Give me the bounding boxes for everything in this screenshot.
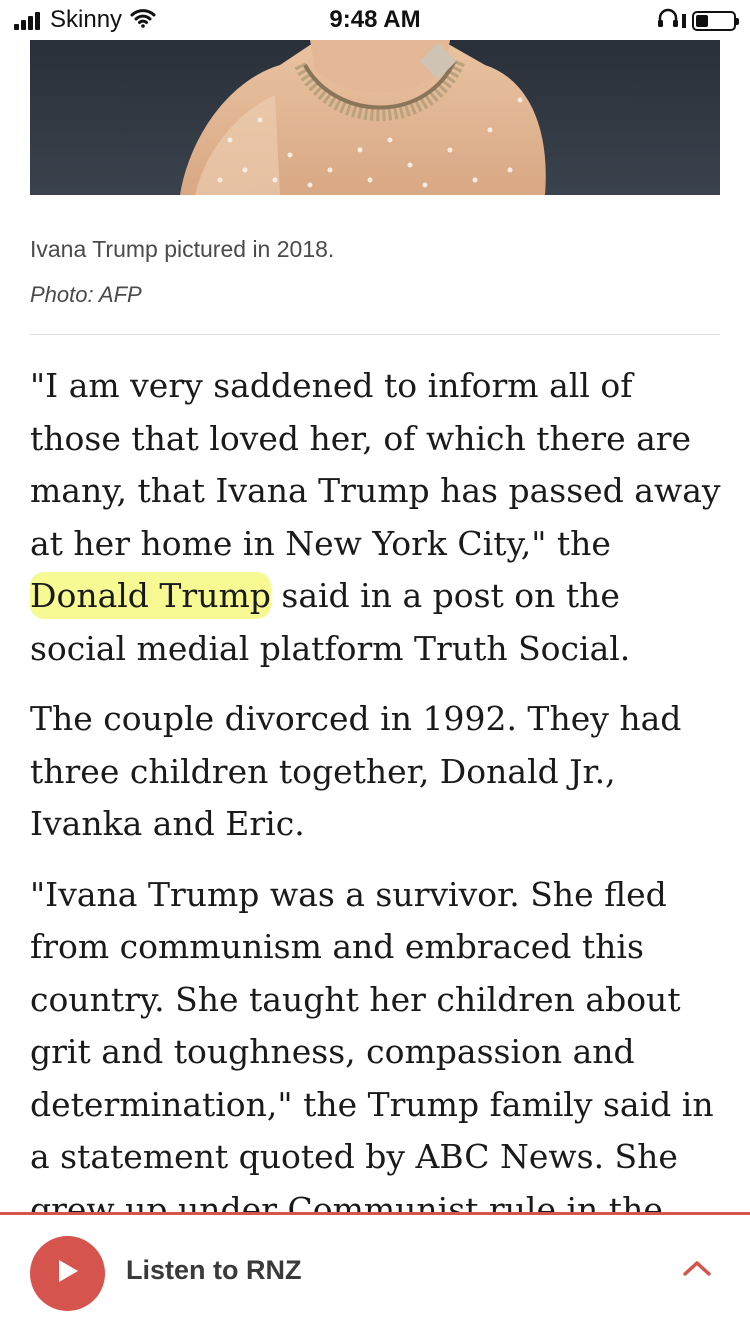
paragraph-text: "I am very saddened to inform all of tho…: [30, 366, 721, 563]
status-bar: Skinny 9:48 AM: [0, 0, 750, 40]
divider: [30, 334, 720, 335]
battery-icon: [692, 10, 739, 31]
headphones-icon: [657, 8, 679, 33]
paragraph: The couple divorced in 1992. They had th…: [30, 699, 682, 843]
indicator-icon: [682, 13, 686, 28]
chevron-up-icon[interactable]: [682, 1259, 712, 1282]
highlighted-text: Donald Trump: [30, 572, 271, 619]
player-label[interactable]: Listen to RNZ: [126, 1255, 302, 1286]
paragraph: "Ivana Trump was a survivor. She fled fr…: [30, 874, 714, 1229]
paragraph: "I am very saddened to inform all of tho…: [30, 360, 726, 675]
article-body: "I am very saddened to inform all of tho…: [30, 360, 726, 1254]
play-button[interactable]: [30, 1236, 105, 1311]
play-icon: [56, 1258, 80, 1289]
status-time: 9:48 AM: [329, 6, 421, 33]
audio-player-bar[interactable]: Listen to RNZ: [0, 1215, 750, 1334]
photo-credit: Photo: AFP: [30, 282, 142, 307]
photo-caption: Ivana Trump pictured in 2018.: [30, 236, 335, 262]
article-photo: [30, 40, 720, 195]
